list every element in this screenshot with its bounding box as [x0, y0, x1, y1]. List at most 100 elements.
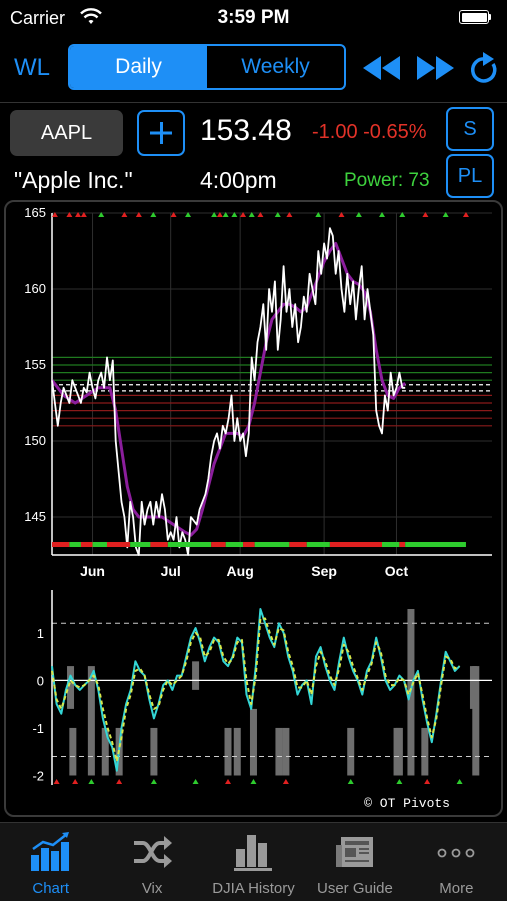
signal-bar-segment	[289, 542, 307, 547]
tab-more-label: More	[439, 880, 474, 897]
signal-bar-segment	[167, 542, 212, 547]
signal-bar-segment	[399, 542, 406, 547]
y-tick-label: 150	[24, 433, 46, 448]
tab-vix-label: Vix	[141, 880, 163, 897]
newspaper-icon	[335, 837, 373, 867]
more-icon	[437, 848, 475, 858]
signal-marker	[72, 779, 79, 784]
status-bar: Carrier 3:59 PM	[0, 0, 507, 36]
signal-marker	[456, 779, 463, 784]
tab-more[interactable]: More	[406, 823, 507, 901]
volume-bar	[421, 727, 429, 776]
y-tick-label: 1	[37, 626, 44, 641]
signal-bar-segment	[107, 542, 131, 547]
volume-bar	[87, 666, 95, 776]
tab-user-guide-label: User Guide	[316, 880, 393, 897]
tab-user-guide[interactable]: User Guide	[304, 823, 405, 901]
volume-bar	[395, 727, 403, 776]
last-price: 153.48	[200, 114, 292, 147]
y-tick-label: 155	[24, 357, 46, 372]
signal-bar-segment	[80, 542, 93, 547]
volume-bar	[275, 727, 283, 776]
y-tick-label: 165	[24, 205, 46, 220]
volume-bar	[69, 727, 77, 776]
quote-time: 4:00pm	[200, 167, 277, 193]
volume-bar	[249, 708, 257, 776]
signal-marker	[88, 779, 95, 784]
tab-djia-history[interactable]: DJIA History	[203, 823, 304, 901]
signal-bar-segment	[329, 542, 382, 547]
x-tick-label: Jul	[161, 563, 181, 579]
tab-djia-history-label: DJIA History	[212, 880, 295, 897]
x-tick-label: Jun	[80, 563, 105, 579]
y-tick-label: -2	[32, 768, 44, 783]
signal-marker	[424, 779, 431, 784]
price-change: -1.00 -0.65%	[312, 121, 427, 143]
signal-marker	[53, 779, 60, 784]
tab-chart-label: Chart	[32, 880, 70, 897]
toolbar-divider	[0, 102, 507, 103]
price-line	[51, 227, 406, 556]
signal-bar-segment	[382, 542, 400, 547]
copyright-label: © OT Pivots	[364, 796, 450, 811]
tab-chart[interactable]: Chart	[0, 823, 101, 901]
signal-bar-segment	[92, 542, 107, 547]
signal-bar-segment	[211, 542, 226, 547]
x-tick-label: Oct	[385, 563, 409, 579]
tab-vix[interactable]: Vix	[101, 823, 202, 901]
signal-bar-segment	[130, 542, 151, 547]
signal-bar-segment	[225, 542, 244, 547]
power-indicator: Power: 73	[344, 170, 430, 191]
pl-button[interactable]: PL	[446, 154, 494, 198]
volume-bar	[282, 727, 290, 776]
volume-bar	[347, 727, 355, 776]
period-segmented-control[interactable]: Daily Weekly	[68, 44, 346, 90]
s-button[interactable]: S	[446, 107, 494, 151]
clock: 3:59 PM	[217, 7, 290, 28]
x-tick-label: Aug	[227, 563, 254, 579]
symbol-button[interactable]: AAPL	[10, 110, 123, 156]
signal-marker	[347, 779, 354, 784]
signal-marker	[150, 779, 157, 784]
charts-canvas[interactable]: 165 160 155 150 145 Jun Jul Aug Sep Oct 1 0 -1 -2 © …	[4, 200, 503, 817]
signal-marker	[192, 779, 199, 784]
signal-marker	[225, 779, 231, 784]
signal-marker	[116, 779, 123, 784]
signal-marker	[396, 779, 403, 784]
signal-bar-segment	[52, 542, 70, 547]
x-tick-label: Sep	[311, 563, 337, 579]
signal-marker	[250, 779, 257, 784]
company-name: "Apple Inc."	[14, 167, 133, 193]
signal-marker	[282, 779, 289, 784]
add-symbol-button[interactable]	[137, 110, 185, 156]
shuffle-icon	[134, 836, 173, 868]
battery-icon	[459, 10, 493, 26]
signal-bar-segment	[69, 542, 81, 547]
segment-weekly[interactable]: Weekly	[207, 46, 344, 88]
fast-forward-icon[interactable]	[416, 55, 456, 81]
rewind-icon[interactable]	[362, 55, 402, 81]
tab-bar: Chart Vix DJIA History User Guide More	[0, 822, 507, 901]
volume-bar	[150, 727, 158, 776]
signal-bar-segment	[150, 542, 168, 547]
signal-bar-segment	[306, 542, 330, 547]
volume-bar	[67, 666, 75, 709]
watchlist-button[interactable]: WL	[14, 54, 50, 82]
volume-bar	[472, 666, 480, 776]
volume-bar	[233, 727, 241, 776]
signal-bar-segment	[254, 542, 290, 547]
y-tick-label: 145	[24, 509, 46, 524]
signal-bar-segment	[243, 542, 255, 547]
signal-bar-segment	[405, 542, 466, 547]
y-tick-label: 0	[37, 673, 44, 688]
volume-bar	[224, 727, 232, 776]
volume-bar	[192, 661, 200, 690]
y-tick-label: 160	[24, 281, 46, 296]
y-tick-label: -1	[32, 721, 44, 736]
refresh-icon[interactable]	[468, 51, 500, 85]
chart-icon	[30, 832, 69, 871]
bars-icon	[233, 835, 272, 871]
plus-icon	[150, 122, 172, 144]
oscillator-chart: 1 0 -1 -2	[32, 590, 492, 785]
segment-daily[interactable]: Daily	[70, 46, 207, 88]
